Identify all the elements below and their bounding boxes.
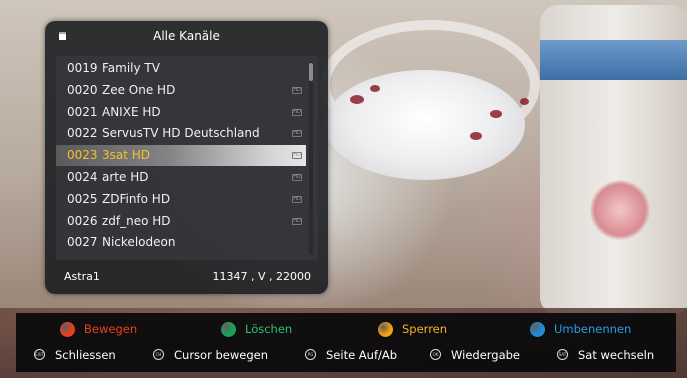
background-petal	[520, 98, 529, 105]
background-petal	[470, 132, 482, 140]
hd-badge-icon: HD	[292, 152, 302, 160]
yellow-button-icon	[378, 322, 393, 337]
channel-row[interactable]: 0022 ServusTV HD Deutschland HD	[56, 123, 306, 144]
sat-button-icon: SAT	[557, 349, 568, 360]
hd-badge-icon: HD	[292, 217, 302, 225]
background-petal	[490, 110, 502, 118]
nav-key-label: Seite Auf/Ab	[326, 348, 398, 362]
color-key-label: Löschen	[245, 322, 293, 336]
ok-button-icon: OK	[430, 349, 441, 360]
channel-name: ZDFinfo HD	[102, 191, 171, 206]
satellite-name: Astra1	[64, 270, 100, 283]
channel-row[interactable]: 0021 ANIXE HD HD	[56, 102, 306, 123]
background-petal	[370, 85, 380, 92]
channel-name: 3sat HD	[102, 148, 151, 163]
page-button-icon: PG	[305, 349, 316, 360]
channel-name: zdf_neo HD	[102, 213, 171, 228]
nav-key-label: Schliessen	[55, 348, 116, 362]
background-salt	[325, 70, 525, 180]
dialog-header: Alle Kanäle	[45, 21, 328, 51]
channel-name: arte HD	[102, 170, 149, 184]
green-button-icon	[221, 322, 236, 337]
transponder-info: 11347 , V , 22000	[212, 270, 312, 283]
background-flower	[590, 180, 650, 240]
channel-name: Nickelodeon	[102, 235, 176, 250]
channel-number: 0026	[67, 213, 98, 228]
nav-key-label: Cursor bewegen	[174, 348, 268, 362]
channel-name: ANIXE HD	[102, 104, 161, 119]
color-key-label: Sperren	[402, 322, 448, 336]
channel-list[interactable]: 0019 Family TV 0020 Zee One HD HD 0021 ANIXE H…	[56, 56, 318, 260]
background-petal	[350, 95, 364, 104]
channel-number: 0023	[67, 148, 98, 163]
channel-name: ServusTV HD Deutschland	[102, 126, 260, 141]
channel-number: 0027	[67, 235, 98, 250]
channel-row[interactable]: 0019 Family TV	[56, 58, 306, 79]
scrollbar[interactable]	[309, 61, 313, 255]
red-button-icon	[60, 322, 75, 337]
channel-name: Zee One HD	[102, 82, 176, 97]
hd-badge-icon: HD	[292, 195, 302, 203]
nav-key-label: Wiedergabe	[451, 348, 521, 362]
dialog-title: Alle Kanäle	[153, 29, 220, 43]
hd-badge-icon: HD	[292, 86, 302, 94]
channel-number: 0021	[67, 104, 98, 119]
background-jar-band	[540, 40, 687, 80]
ch-button-icon: CH	[153, 349, 164, 360]
channel-number: 0024	[67, 170, 98, 184]
channel-row[interactable]: 0024 arte HD HD	[56, 167, 306, 188]
hd-badge-icon: HD	[292, 130, 302, 138]
channel-row[interactable]: 0023 3sat HD HD	[56, 145, 306, 167]
channel-number: 0025	[67, 191, 98, 206]
channel-number: 0019	[67, 61, 98, 75]
nav-key-label: Sat wechseln	[578, 348, 655, 362]
channel-row[interactable]: 0027 Nickelodeon	[56, 232, 306, 253]
hd-badge-icon: HD	[292, 174, 302, 181]
channel-list-dialog: Alle Kanäle 0019 Family TV 0020 Zee One HD H…	[45, 21, 328, 294]
hd-badge-icon: HD	[292, 108, 302, 116]
channel-row[interactable]: 0025 ZDFinfo HD HD	[56, 189, 306, 210]
channel-number: 0020	[67, 82, 98, 97]
color-key-label: Umbenennen	[554, 322, 632, 336]
channel-row[interactable]: 0026 zdf_neo HD HD	[56, 211, 306, 232]
scrollbar-thumb[interactable]	[309, 63, 313, 81]
color-key-label: Bewegen	[84, 322, 138, 336]
action-bar: Bewegen Löschen Sperren Umbenennen EXIT …	[16, 313, 676, 372]
channel-name: Family TV	[102, 61, 160, 75]
channel-row[interactable]: 0020 Zee One HD HD	[56, 80, 306, 101]
channel-number: 0022	[67, 126, 98, 141]
blue-button-icon	[530, 322, 545, 337]
exit-button-icon: EXIT	[34, 349, 45, 360]
